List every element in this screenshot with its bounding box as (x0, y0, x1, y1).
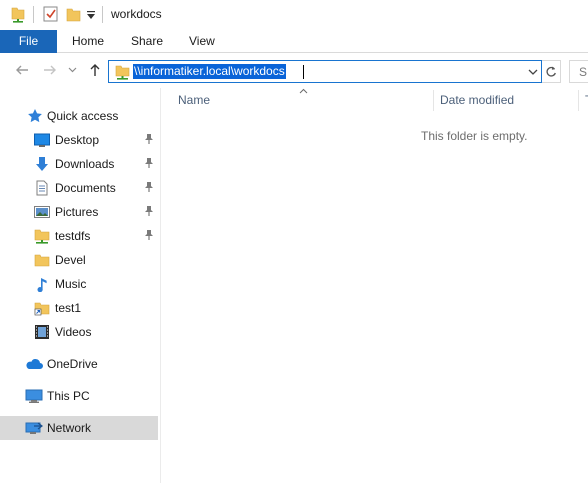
tab-view[interactable]: View (189, 30, 215, 53)
column-separator[interactable] (578, 90, 579, 111)
address-text[interactable]: \\informatiker.local\workdocs (133, 64, 286, 79)
toolbar-separator (102, 6, 103, 23)
star-icon (27, 108, 43, 124)
sidebar-label: Devel (55, 253, 86, 267)
search-placeholder: S (579, 65, 588, 79)
address-history-chevron-icon[interactable] (528, 66, 538, 80)
desktop-icon (34, 132, 50, 148)
sidebar-label: Music (55, 277, 87, 291)
computer-icon (25, 388, 43, 404)
file-list: Name Date modified T This folder is empt… (161, 88, 588, 483)
sort-up-caret-icon (299, 83, 308, 97)
properties-checkbox-icon[interactable] (43, 6, 58, 25)
sidebar-label: Videos (55, 325, 92, 339)
toolbar-separator (33, 6, 34, 23)
window-title: workdocs (111, 7, 162, 21)
tab-file[interactable]: File (0, 30, 57, 53)
pin-icon[interactable] (144, 181, 154, 196)
pin-icon[interactable] (144, 205, 154, 220)
onedrive-cloud-icon (25, 356, 43, 372)
sidebar-label: Pictures (55, 205, 99, 219)
sidebar-label: OneDrive (47, 357, 98, 371)
back-arrow-icon[interactable] (15, 63, 29, 77)
sidebar-item-network[interactable]: Network (0, 416, 158, 440)
column-separator[interactable] (433, 90, 434, 111)
sidebar-label: Downloads (55, 157, 115, 171)
pin-icon[interactable] (144, 229, 154, 244)
sidebar-label: test1 (55, 301, 82, 315)
address-bar[interactable]: \\informatiker.local\workdocs (108, 60, 542, 83)
sidebar-item-onedrive[interactable]: OneDrive (0, 352, 158, 376)
network-folder-icon (34, 228, 50, 244)
sidebar-label: Documents (55, 181, 116, 195)
recent-locations-chevron-icon[interactable] (68, 63, 77, 77)
sidebar-item-quick-access[interactable]: Quick access (0, 104, 158, 128)
sidebar-item-desktop[interactable]: Desktop (0, 128, 158, 152)
refresh-icon (546, 66, 556, 77)
new-folder-icon[interactable] (66, 6, 81, 25)
pictures-icon (34, 204, 50, 220)
network-icon (25, 420, 43, 436)
videos-icon (34, 324, 50, 340)
text-cursor (303, 65, 304, 79)
ribbon-tabs: File Home Share View (0, 30, 588, 53)
network-folder-icon (115, 64, 130, 83)
up-arrow-icon[interactable] (88, 63, 102, 77)
pin-icon[interactable] (144, 133, 154, 148)
sidebar-label: This PC (47, 389, 90, 403)
documents-icon (34, 180, 50, 196)
sidebar-item-testdfs[interactable]: testdfs (0, 224, 158, 248)
customize-dropdown-icon[interactable] (87, 9, 95, 23)
title-bar: workdocs (0, 0, 588, 30)
sidebar-item-devel[interactable]: Devel (0, 248, 158, 272)
empty-folder-message: This folder is empty. (421, 129, 528, 143)
pin-icon[interactable] (144, 157, 154, 172)
sidebar-item-videos[interactable]: Videos (0, 320, 158, 344)
column-header-name[interactable]: Name (178, 93, 210, 107)
column-header-date-modified[interactable]: Date modified (440, 93, 514, 107)
music-icon (34, 276, 50, 293)
downloads-icon (34, 156, 50, 172)
forward-arrow-icon[interactable] (43, 63, 57, 77)
folder-icon (34, 252, 50, 268)
network-folder-icon[interactable] (11, 6, 25, 26)
shortcut-folder-icon (34, 300, 50, 316)
sidebar-item-documents[interactable]: Documents (0, 176, 158, 200)
sidebar-label: testdfs (55, 229, 91, 243)
sidebar-label: Quick access (47, 109, 119, 123)
sidebar-label: Desktop (55, 133, 100, 147)
sidebar-item-music[interactable]: Music (0, 272, 158, 296)
search-box[interactable]: S (569, 60, 588, 83)
sidebar-item-pictures[interactable]: Pictures (0, 200, 158, 224)
sidebar-item-downloads[interactable]: Downloads (0, 152, 158, 176)
tab-share[interactable]: Share (131, 30, 163, 53)
sidebar-label: Network (47, 421, 92, 435)
sidebar-item-test1[interactable]: test1 (0, 296, 158, 320)
address-row: \\informatiker.local\workdocs S (0, 54, 588, 88)
sidebar-item-this-pc[interactable]: This PC (0, 384, 158, 408)
refresh-button[interactable] (542, 60, 561, 83)
tab-home[interactable]: Home (72, 30, 104, 53)
navigation-pane: Quick access Desktop Downloads Documents (0, 88, 160, 483)
